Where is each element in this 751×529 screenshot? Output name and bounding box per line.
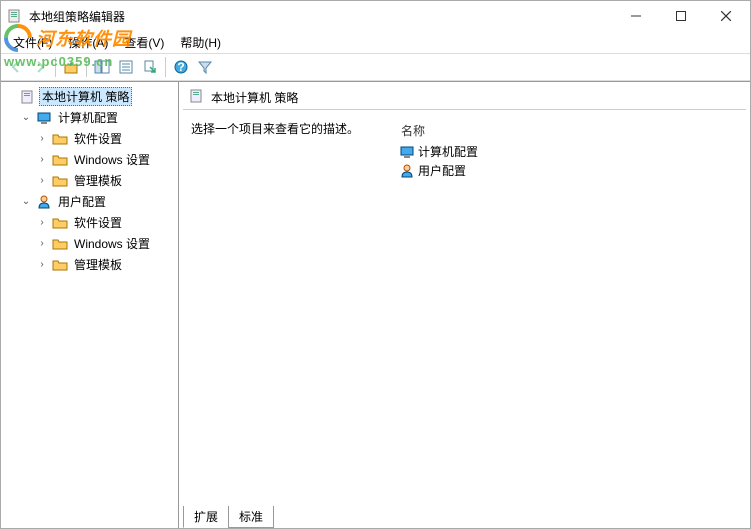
up-button[interactable]	[60, 56, 82, 78]
svg-text:?: ?	[177, 60, 184, 74]
detail-header: 本地计算机 策略	[183, 86, 746, 110]
toolbar-separator	[165, 57, 166, 77]
detail-pane: 本地计算机 策略 选择一个项目来查看它的描述。 名称 计算机配置 用户配置	[179, 82, 750, 528]
main-window: 本地组策略编辑器 文件(F) 操作(A) 查看(V) 帮助(H) ?	[0, 0, 751, 529]
description-text: 选择一个项目来查看它的描述。	[191, 122, 359, 136]
expand-icon[interactable]: ›	[35, 132, 49, 146]
expand-icon[interactable]: ›	[35, 174, 49, 188]
tree-label[interactable]: 计算机配置	[55, 108, 121, 127]
tab-standard[interactable]: 标准	[228, 506, 274, 528]
help-button[interactable]: ?	[170, 56, 192, 78]
maximize-button[interactable]	[658, 2, 703, 30]
properties-button[interactable]	[115, 56, 137, 78]
description-panel: 选择一个项目来查看它的描述。	[185, 116, 395, 506]
user-icon	[36, 194, 52, 210]
tree-windows-settings[interactable]: › Windows 设置	[35, 233, 176, 254]
window-title: 本地组策略编辑器	[29, 8, 613, 25]
menu-view[interactable]: 查看(V)	[116, 32, 172, 53]
toolbar: ?	[1, 53, 750, 81]
folder-icon	[52, 173, 68, 189]
expand-icon[interactable]: ›	[35, 216, 49, 230]
folder-icon	[52, 236, 68, 252]
user-icon	[399, 163, 415, 179]
menu-action[interactable]: 操作(A)	[60, 32, 116, 53]
expand-icon[interactable]: ›	[35, 258, 49, 272]
collapse-icon[interactable]: ⌄	[19, 111, 33, 125]
tree-software-settings[interactable]: › 软件设置	[35, 212, 176, 233]
folder-icon	[52, 152, 68, 168]
tabs: 扩展 标准	[179, 506, 750, 528]
export-button[interactable]	[139, 56, 161, 78]
menu-help[interactable]: 帮助(H)	[172, 32, 229, 53]
tree-user-config[interactable]: ⌄ 用户配置	[19, 191, 176, 212]
toolbar-separator	[55, 57, 56, 77]
list-item-user[interactable]: 用户配置	[397, 161, 742, 180]
tree-label[interactable]: Windows 设置	[71, 150, 153, 169]
folder-icon	[52, 257, 68, 273]
tree-label[interactable]: 用户配置	[55, 192, 109, 211]
folder-icon	[52, 131, 68, 147]
computer-icon	[399, 144, 415, 160]
tree-label[interactable]: 管理模板	[71, 171, 125, 190]
tree-admin-templates[interactable]: › 管理模板	[35, 254, 176, 275]
tab-extended[interactable]: 扩展	[183, 506, 229, 528]
column-header-name[interactable]: 名称	[397, 120, 742, 142]
forward-button[interactable]	[29, 56, 51, 78]
list-item-computer[interactable]: 计算机配置	[397, 142, 742, 161]
list-panel: 名称 计算机配置 用户配置	[395, 116, 744, 506]
expand-icon[interactable]: ›	[35, 237, 49, 251]
app-icon	[7, 8, 23, 24]
tree-label[interactable]: 软件设置	[71, 129, 125, 148]
folder-icon	[52, 215, 68, 231]
tree-label[interactable]: Windows 设置	[71, 234, 153, 253]
list-item-label: 用户配置	[418, 162, 466, 179]
tree-pane[interactable]: 本地计算机 策略 ⌄ 计算机配置 › 软件设置 ›	[1, 82, 179, 528]
policy-icon	[20, 89, 36, 105]
close-button[interactable]	[703, 2, 748, 30]
tree-windows-settings[interactable]: › Windows 设置	[35, 149, 176, 170]
collapse-icon[interactable]: ⌄	[19, 195, 33, 209]
menu-file[interactable]: 文件(F)	[5, 32, 60, 53]
detail-title: 本地计算机 策略	[211, 89, 298, 106]
filter-button[interactable]	[194, 56, 216, 78]
tree-root-label[interactable]: 本地计算机 策略	[39, 87, 132, 106]
tree-label[interactable]: 管理模板	[71, 255, 125, 274]
show-hide-tree-button[interactable]	[91, 56, 113, 78]
menubar: 文件(F) 操作(A) 查看(V) 帮助(H)	[1, 31, 750, 53]
tree-label[interactable]: 软件设置	[71, 213, 125, 232]
expand-icon[interactable]: ›	[35, 153, 49, 167]
minimize-button[interactable]	[613, 2, 658, 30]
tree-computer-config[interactable]: ⌄ 计算机配置	[19, 107, 176, 128]
computer-icon	[36, 110, 52, 126]
back-button[interactable]	[5, 56, 27, 78]
titlebar: 本地组策略编辑器	[1, 1, 750, 31]
policy-icon	[189, 88, 205, 107]
content-area: 本地计算机 策略 ⌄ 计算机配置 › 软件设置 ›	[1, 81, 750, 528]
tree-software-settings[interactable]: › 软件设置	[35, 128, 176, 149]
toolbar-separator	[86, 57, 87, 77]
tree-admin-templates[interactable]: › 管理模板	[35, 170, 176, 191]
tree-root[interactable]: 本地计算机 策略	[3, 86, 176, 107]
list-item-label: 计算机配置	[418, 143, 478, 160]
